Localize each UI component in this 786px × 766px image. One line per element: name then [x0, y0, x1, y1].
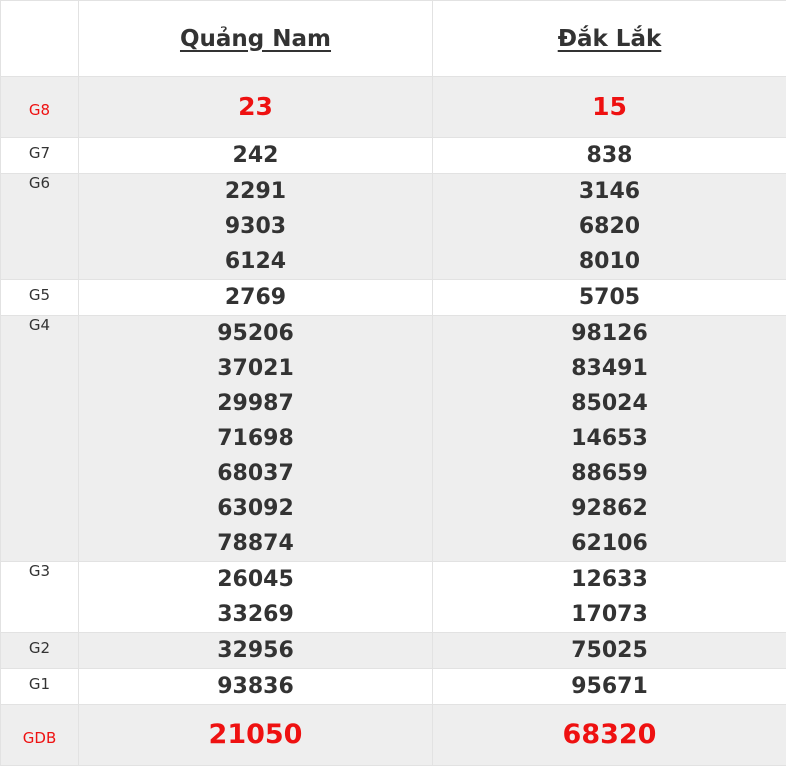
prize-number: 37021	[217, 356, 294, 381]
prize-cell: 838	[432, 137, 786, 174]
prize-label: GDB	[0, 704, 79, 766]
prize-cell: 75025	[432, 632, 786, 669]
prize-row-g3: G3 26045 33269 12633 17073	[0, 561, 786, 633]
lottery-results-table: Quảng Nam Đắk Lắk G8 23 15 G7 242 838 G6…	[0, 0, 786, 766]
prize-cell: 21050	[78, 704, 433, 766]
province-header-dak-lak[interactable]: Đắk Lắk	[432, 0, 786, 77]
prize-number: 6820	[578, 214, 641, 239]
prize-number: 17073	[571, 602, 648, 627]
prize-number: 26045	[217, 567, 294, 592]
prize-label: G8	[0, 76, 79, 138]
prize-number: 21050	[208, 719, 303, 750]
prize-cell: 95206 37021 29987 71698 68037 63092 7887…	[78, 315, 433, 562]
prize-number: 838	[586, 143, 633, 168]
prize-cell: 2769	[78, 279, 433, 316]
prize-cell: 95671	[432, 668, 786, 705]
province-name[interactable]: Đắk Lắk	[558, 26, 662, 52]
prize-number: 15	[592, 92, 627, 121]
prize-number: 75025	[571, 638, 648, 663]
prize-number: 33269	[217, 602, 294, 627]
prize-cell: 32956	[78, 632, 433, 669]
prize-row-g6: G6 2291 9303 6124 3146 6820 8010	[0, 173, 786, 280]
prize-number: 83491	[571, 356, 648, 381]
prize-number: 95206	[217, 321, 294, 346]
prize-number: 12633	[571, 567, 648, 592]
prize-number: 3146	[578, 179, 641, 204]
prize-label: G3	[0, 561, 79, 633]
prize-number: 6124	[224, 249, 287, 274]
prize-number: 92862	[571, 496, 648, 521]
prize-cell: 3146 6820 8010	[432, 173, 786, 280]
prize-row-g8: G8 23 15	[0, 76, 786, 138]
prize-label: G5	[0, 279, 79, 316]
prize-number: 8010	[578, 249, 641, 274]
prize-cell: 5705	[432, 279, 786, 316]
prize-row-g2: G2 32956 75025	[0, 632, 786, 669]
header-corner	[0, 0, 79, 77]
header-row: Quảng Nam Đắk Lắk	[0, 0, 786, 77]
prize-number: 71698	[217, 426, 294, 451]
prize-number: 5705	[578, 285, 641, 310]
prize-label: G1	[0, 668, 79, 705]
prize-cell: 93836	[78, 668, 433, 705]
prize-number: 62106	[571, 531, 648, 556]
prize-number: 93836	[217, 674, 294, 699]
prize-number: 2769	[224, 285, 287, 310]
prize-cell: 12633 17073	[432, 561, 786, 633]
prize-number: 29987	[217, 391, 294, 416]
prize-number: 242	[232, 143, 279, 168]
prize-number: 32956	[217, 638, 294, 663]
prize-number: 9303	[224, 214, 287, 239]
prize-number: 68320	[562, 719, 657, 750]
prize-cell: 26045 33269	[78, 561, 433, 633]
prize-label: G4	[0, 315, 79, 562]
prize-label: G7	[0, 137, 79, 174]
prize-cell: 98126 83491 85024 14653 88659 92862 6210…	[432, 315, 786, 562]
prize-row-gdb: GDB 21050 68320	[0, 704, 786, 766]
prize-label: G2	[0, 632, 79, 669]
prize-number: 98126	[571, 321, 648, 346]
prize-number: 63092	[217, 496, 294, 521]
prize-row-g4: G4 95206 37021 29987 71698 68037 63092 7…	[0, 315, 786, 562]
prize-number: 88659	[571, 461, 648, 486]
prize-cell: 68320	[432, 704, 786, 766]
prize-cell: 23	[78, 76, 433, 138]
prize-number: 14653	[571, 426, 648, 451]
prize-number: 95671	[571, 674, 648, 699]
prize-number: 68037	[217, 461, 294, 486]
prize-cell: 242	[78, 137, 433, 174]
prize-number: 23	[238, 92, 273, 121]
prize-row-g5: G5 2769 5705	[0, 279, 786, 316]
prize-number: 85024	[571, 391, 648, 416]
prize-label: G6	[0, 173, 79, 280]
province-header-quang-nam[interactable]: Quảng Nam	[78, 0, 433, 77]
prize-row-g7: G7 242 838	[0, 137, 786, 174]
prize-cell: 2291 9303 6124	[78, 173, 433, 280]
prize-number: 2291	[224, 179, 287, 204]
province-name[interactable]: Quảng Nam	[180, 26, 331, 52]
prize-number: 78874	[217, 531, 294, 556]
prize-cell: 15	[432, 76, 786, 138]
prize-row-g1: G1 93836 95671	[0, 668, 786, 705]
